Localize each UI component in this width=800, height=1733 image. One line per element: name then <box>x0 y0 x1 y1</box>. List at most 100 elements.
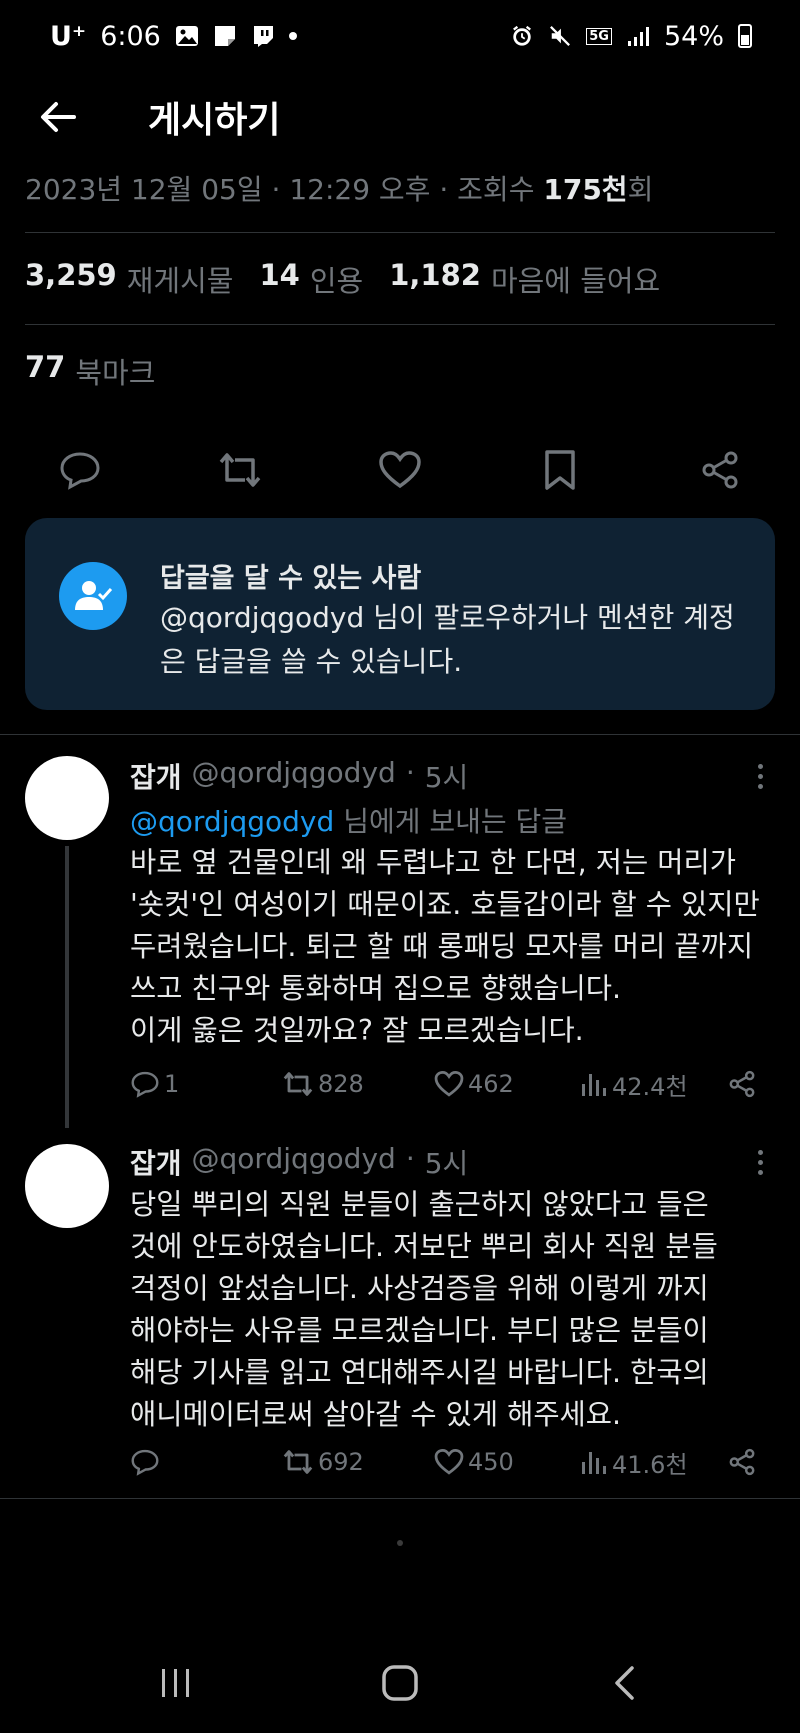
reply-tweet[interactable]: 잡개 @qordjqgodyd · 5시 @qordjqgodyd 님에게 보내… <box>0 740 800 1130</box>
repost-count: 828 <box>318 1070 364 1098</box>
user-handle[interactable]: @qordjqgodyd <box>192 756 396 796</box>
tweet-time: 5시 <box>424 761 469 794</box>
tweet-text: 바로 옆 건물인데 왜 두렵냐고 한 다면, 저는 머리가 '숏컷'인 여성이기… <box>130 846 760 1047</box>
tweet-header: 잡개 @qordjqgodyd · 5시 <box>130 756 469 796</box>
reply-icon <box>131 1071 159 1098</box>
reply-button[interactable]: 1 <box>130 1064 179 1104</box>
back-icon <box>615 1666 634 1700</box>
repost-button[interactable] <box>210 440 270 500</box>
post-date: 2023년 12월 05일 <box>25 173 263 206</box>
home-icon <box>382 1665 418 1701</box>
share-icon <box>729 1070 755 1098</box>
share-button[interactable] <box>690 440 750 500</box>
likes-stat[interactable]: 1,182 마음에 들어요 <box>389 258 660 300</box>
arrow-left-icon <box>41 102 76 132</box>
tweet-time: 5시 <box>424 1147 469 1180</box>
repost-icon <box>283 1072 313 1096</box>
system-nav-bar <box>0 1633 800 1733</box>
carrier-label: U⁺ <box>50 20 87 52</box>
note-icon <box>214 26 235 46</box>
tweet-action-bar: 692 450 41.6천 <box>0 1442 800 1482</box>
divider <box>25 232 775 233</box>
divider <box>0 734 800 735</box>
view-count: 41.6천 <box>612 1450 688 1479</box>
share-icon <box>702 451 738 489</box>
nav-back-button[interactable] <box>594 1653 654 1713</box>
mute-icon <box>550 26 571 46</box>
top-app-bar: 게시하기 <box>0 72 800 162</box>
analytics-icon <box>582 1452 606 1474</box>
user-handle[interactable]: @qordjqgodyd <box>192 1142 396 1182</box>
mention-link[interactable]: @qordjqgodyd <box>130 805 334 838</box>
views-button[interactable]: 42.4천 <box>580 1064 688 1104</box>
status-bar: U⁺ 6:06 5G 54% <box>0 0 800 72</box>
display-name[interactable]: 잡개 <box>130 1142 182 1182</box>
reply-count: 1 <box>164 1070 180 1098</box>
avatar[interactable] <box>25 1144 109 1228</box>
tweet-text: 당일 뿌리의 직원 분들이 출근하지 않았다고 들은 것에 안도하였습니다. 저… <box>130 1188 718 1431</box>
reply-icon <box>60 452 100 490</box>
bookmark-icon <box>545 450 575 490</box>
avatar[interactable] <box>25 756 109 840</box>
like-button[interactable]: 462 <box>434 1064 514 1104</box>
reply-button[interactable] <box>130 1442 164 1482</box>
bookmark-button[interactable] <box>530 440 590 500</box>
reply-restriction-title: 답글을 달 수 있는 사람 <box>160 563 422 594</box>
views-button[interactable]: 41.6천 <box>580 1442 688 1482</box>
engagement-stats: 3,259 재게시물 14 인용 1,182 마음에 들어요 <box>25 258 660 300</box>
analytics-icon <box>582 1074 606 1096</box>
reply-icon <box>131 1449 159 1476</box>
post-action-bar <box>0 440 800 500</box>
gallery-icon <box>175 26 198 46</box>
repost-icon <box>283 1450 313 1474</box>
recents-button[interactable] <box>146 1653 206 1713</box>
back-button[interactable] <box>26 85 90 149</box>
like-count: 450 <box>468 1448 514 1476</box>
mentioned-users-icon <box>59 562 127 630</box>
scroll-indicator <box>397 1540 403 1546</box>
dot-icon <box>288 32 297 40</box>
5g-icon: 5G <box>586 27 612 45</box>
repost-count: 692 <box>318 1448 364 1476</box>
like-count: 462 <box>468 1070 514 1098</box>
signal-icon <box>627 27 649 46</box>
repost-button[interactable]: 692 <box>282 1442 364 1482</box>
reply-tweet[interactable]: 잡개 @qordjqgodyd · 5시 당일 뿌리의 직원 분들이 출근하지 … <box>0 1130 800 1500</box>
reposts-stat[interactable]: 3,259 재게시물 <box>25 258 233 300</box>
page-title: 게시하기 <box>148 100 281 141</box>
share-button[interactable] <box>728 1064 756 1104</box>
view-count: 42.4천 <box>612 1072 688 1101</box>
share-icon <box>729 1448 755 1476</box>
repost-button[interactable]: 828 <box>282 1064 364 1104</box>
tweet-header: 잡개 @qordjqgodyd · 5시 <box>130 1142 469 1182</box>
clock: 6:06 <box>100 20 161 52</box>
quotes-stat[interactable]: 14 인용 <box>259 258 363 300</box>
reply-button[interactable] <box>50 440 110 500</box>
reply-restriction-card: 답글을 달 수 있는 사람 @qordjqgodyd 님이 팔로우하거나 멘션한… <box>25 518 775 710</box>
battery-icon <box>738 24 752 48</box>
display-name[interactable]: 잡개 <box>130 756 182 796</box>
share-button[interactable] <box>728 1442 756 1482</box>
post-timestamp-line: 2023년 12월 05일 · 12:29 오후 · 조회수 175천회 <box>25 173 654 206</box>
post-time: 12:29 오후 <box>289 173 431 206</box>
repost-icon <box>219 453 261 487</box>
views-count[interactable]: 175천 <box>543 173 627 206</box>
recents-icon <box>162 1669 189 1697</box>
like-button[interactable] <box>370 440 430 500</box>
divider <box>0 1498 800 1499</box>
alarm-icon <box>513 25 532 46</box>
bookmarks-stat[interactable]: 77 북마크 <box>25 350 155 392</box>
more-options-button[interactable] <box>740 1142 780 1182</box>
more-options-button[interactable] <box>740 756 780 796</box>
battery-percent: 54% <box>663 20 724 52</box>
heart-icon <box>434 1449 464 1475</box>
heart-icon <box>434 1071 464 1097</box>
divider <box>25 324 775 325</box>
heart-icon <box>379 451 421 489</box>
views-label: 조회수 <box>457 173 535 206</box>
home-button[interactable] <box>370 1653 430 1713</box>
reply-restriction-body: @qordjqgodyd 님이 팔로우하거나 멘션한 계정은 답글을 쓸 수 있… <box>160 601 735 678</box>
replying-to: @qordjqgodyd 님에게 보내는 답글 <box>130 805 568 838</box>
tweet-action-bar: 1 828 462 42.4천 <box>0 1064 800 1104</box>
like-button[interactable]: 450 <box>434 1442 514 1482</box>
